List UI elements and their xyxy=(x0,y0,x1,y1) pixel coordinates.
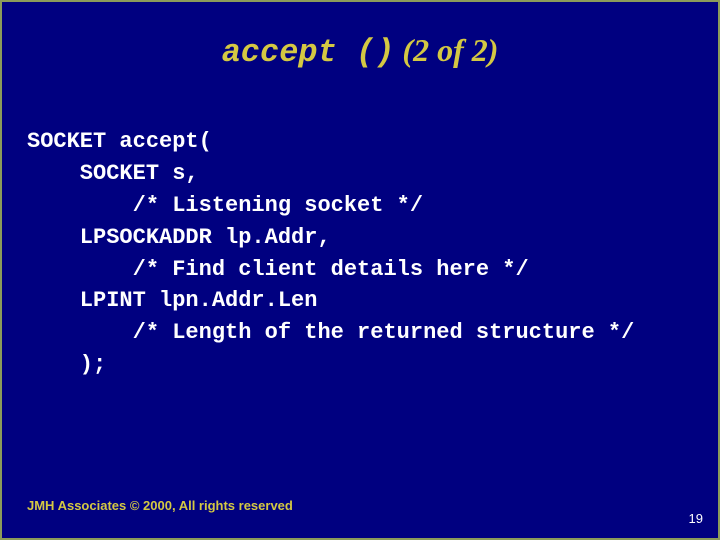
title-code-part: accept () xyxy=(222,34,395,71)
code-line-0: SOCKET accept( xyxy=(27,129,212,154)
code-line-7: ); xyxy=(27,352,106,377)
code-block: SOCKET accept( SOCKET s, /* Listening so… xyxy=(27,126,718,381)
footer-copyright: JMH Associates © 2000, All rights reserv… xyxy=(27,498,293,513)
slide: accept () (2 of 2) SOCKET accept( SOCKET… xyxy=(0,0,720,540)
code-line-3: LPSOCKADDR lp.Addr, xyxy=(27,225,331,250)
code-line-2: /* Listening socket */ xyxy=(27,193,423,218)
code-line-4: /* Find client details here */ xyxy=(27,257,529,282)
code-line-5: LPINT lpn.Addr.Len xyxy=(27,288,317,313)
code-line-6: /* Length of the returned structure */ xyxy=(27,320,634,345)
code-line-1: SOCKET s, xyxy=(27,161,199,186)
page-number: 19 xyxy=(689,511,703,526)
title-rest: (2 of 2) xyxy=(394,32,498,68)
slide-title: accept () (2 of 2) xyxy=(2,32,718,71)
